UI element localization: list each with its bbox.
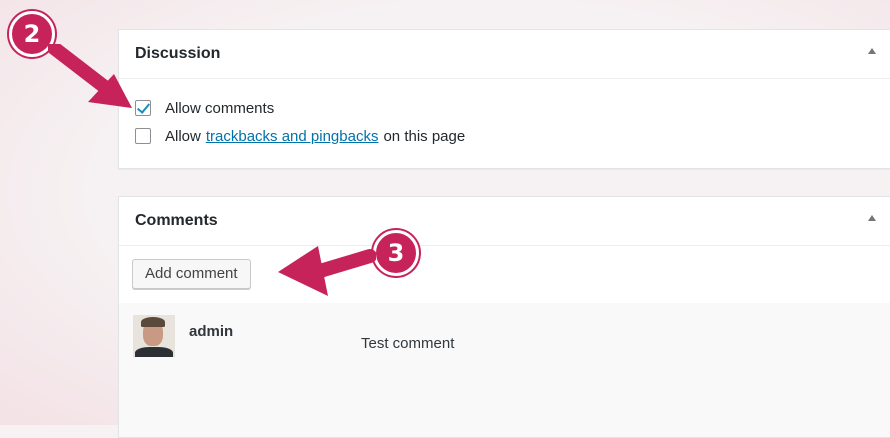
comment-author[interactable]: admin [189,323,233,340]
discussion-title: Discussion [135,45,221,62]
discussion-panel-header[interactable]: Discussion [119,30,890,79]
comments-panel: Comments Add comment admin Test comment [118,196,890,438]
allow-trackbacks-checkbox[interactable] [135,128,151,144]
step-3-arrow-icon [278,246,376,296]
allow-trackbacks-label-prefix: Allow [165,127,201,145]
discussion-panel: Discussion Allow comments Allow trackbac… [118,29,890,169]
avatar [133,315,175,357]
comments-panel-header[interactable]: Comments [119,197,890,246]
step-3-badge: 3 [373,230,419,276]
comment-text: Test comment [361,335,455,352]
avatar-hair-shape [141,317,165,327]
allow-comments-option: Allow comments [135,98,274,118]
allow-comments-label: Allow comments [165,99,275,117]
collapse-toggle-icon[interactable] [868,215,876,221]
comments-title: Comments [135,212,218,229]
trackbacks-pingbacks-link[interactable]: trackbacks and pingbacks [206,128,379,145]
add-comment-button[interactable]: Add comment [132,259,251,289]
step-2-arrow-icon [48,44,132,108]
allow-trackbacks-option: Allow trackbacks and pingbacks on this p… [135,126,465,146]
allow-trackbacks-label-suffix: on this page [383,127,466,145]
checkmark-icon [136,100,151,114]
comment-row: admin Test comment [119,303,890,437]
avatar-body-shape [135,347,173,357]
collapse-toggle-icon[interactable] [868,48,876,54]
